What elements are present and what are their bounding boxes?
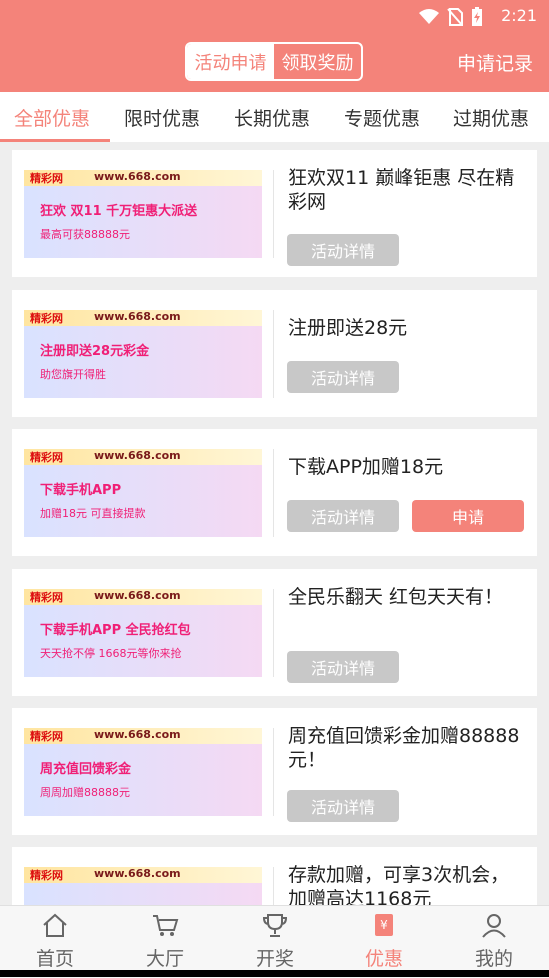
- tab-all[interactable]: 全部优惠: [14, 104, 90, 131]
- promotion-banner: 精彩网 www.668.com 下载手机APP 全民抢红包 天天抢不停 1668…: [24, 589, 262, 677]
- nav-lobby[interactable]: 大厅: [110, 912, 220, 971]
- promotion-title: 注册即送28元: [288, 317, 408, 339]
- svg-text:¥: ¥: [380, 918, 388, 932]
- promotion-title: 存款加赠，可享3次机会，加赠高达1168元: [288, 864, 510, 910]
- banner-url: www.668.com: [94, 589, 181, 602]
- banner-sub: 最高可获88888元: [40, 228, 130, 241]
- promotion-banner: 精彩网 www.668.com 狂欢 双11 千万钜惠大派送 最高可获88888…: [24, 170, 262, 258]
- battery-charging-icon: [472, 7, 482, 26]
- banner-url: www.668.com: [94, 867, 181, 880]
- nav-promotions[interactable]: ¥ 优惠: [329, 912, 439, 971]
- nav-label: 开奖: [255, 948, 294, 970]
- banner-logo: 精彩网: [30, 312, 63, 325]
- banner-logo: 精彩网: [30, 591, 63, 604]
- apply-record-link[interactable]: 申请记录: [457, 49, 533, 76]
- user-icon: [482, 914, 506, 938]
- promotion-card[interactable]: 精彩网 www.668.com 狂欢 双11 千万钜惠大派送 最高可获88888…: [12, 150, 537, 277]
- status-time: 2:21: [501, 6, 537, 25]
- no-sim-icon: [447, 8, 463, 26]
- nav-label: 大厅: [145, 948, 184, 970]
- card-divider: [273, 310, 274, 398]
- wifi-icon: [419, 9, 439, 24]
- segment-rewards[interactable]: 领取奖励: [274, 44, 361, 79]
- nav-draw[interactable]: 开奖: [220, 912, 330, 971]
- status-icons: [419, 7, 483, 27]
- banner-headline: 周充值回馈彩金: [40, 762, 132, 777]
- tab-indicator: [0, 139, 110, 142]
- segment-control: 活动申请 领取奖励: [185, 42, 363, 81]
- card-divider: [273, 589, 274, 677]
- tab-special[interactable]: 专题优惠: [344, 104, 420, 131]
- category-tabs: 全部优惠 限时优惠 长期优惠 专题优惠 过期优惠: [0, 92, 549, 142]
- banner-headline: 狂欢 双11 千万钜惠大派送: [40, 204, 198, 219]
- apply-button[interactable]: 申请: [412, 500, 524, 532]
- nav-label: 首页: [35, 948, 74, 970]
- detail-button[interactable]: 活动详情: [287, 790, 399, 822]
- banner-url: www.668.com: [94, 449, 181, 462]
- banner-url: www.668.com: [94, 728, 181, 741]
- banner-logo: 精彩网: [30, 451, 63, 464]
- banner-headline: 下载手机APP: [40, 483, 122, 498]
- promotion-banner: 精彩网 www.668.com 下载手机APP 加赠18元 可直接提款: [24, 449, 262, 537]
- nav-mine[interactable]: 我的: [439, 912, 549, 971]
- promotion-banner: 精彩网 www.668.com 注册即送28元彩金 助您旗开得胜: [24, 310, 262, 398]
- banner-logo: 精彩网: [30, 730, 63, 743]
- banner-headline: 注册即送28元彩金: [40, 344, 150, 359]
- banner-sub: 加赠18元 可直接提款: [40, 507, 146, 520]
- cart-icon: [153, 915, 179, 936]
- banner-logo: 精彩网: [30, 172, 63, 185]
- banner-logo: 精彩网: [30, 869, 63, 882]
- card-divider: [273, 728, 274, 816]
- promotion-card[interactable]: 精彩网 www.668.com 周充值回馈彩金 周周加赠88888元 周充值回馈…: [12, 708, 537, 835]
- banner-sub: 助您旗开得胜: [40, 368, 106, 381]
- banner-headline: 下载手机APP 全民抢红包: [40, 623, 191, 638]
- tab-long-term[interactable]: 长期优惠: [234, 104, 310, 131]
- card-divider: [273, 170, 274, 258]
- nav-label: 优惠: [364, 948, 403, 970]
- banner-sub: 周周加赠88888元: [40, 786, 130, 799]
- card-divider: [273, 449, 274, 537]
- promotion-title: 全民乐翻天 红包天天有！: [288, 586, 504, 608]
- trophy-icon: [262, 914, 288, 937]
- segment-apply[interactable]: 活动申请: [187, 44, 274, 79]
- detail-button[interactable]: 活动详情: [287, 234, 399, 266]
- detail-button[interactable]: 活动详情: [287, 500, 399, 532]
- app-header: 活动申请 领取奖励 申请记录: [0, 34, 549, 92]
- home-icon: [43, 913, 67, 937]
- promotion-card[interactable]: 精彩网 www.668.com 下载手机APP 加赠18元 可直接提款 下载AP…: [12, 429, 537, 556]
- promotion-card[interactable]: 精彩网 www.668.com 注册即送28元彩金 助您旗开得胜 注册即送28元…: [12, 290, 537, 417]
- bottom-navigation: 首页 大厅 开奖 ¥ 优惠 我的: [0, 905, 549, 978]
- detail-button[interactable]: 活动详情: [287, 361, 399, 393]
- promotion-title: 下载APP加赠18元: [288, 456, 444, 478]
- nav-home[interactable]: 首页: [0, 912, 110, 971]
- promotion-title: 狂欢双11 巅峰钜惠 尽在精彩网: [288, 167, 515, 213]
- banner-url: www.668.com: [94, 170, 181, 183]
- tab-limited[interactable]: 限时优惠: [124, 104, 200, 131]
- promotion-banner: 精彩网 www.668.com 周充值回馈彩金 周周加赠88888元: [24, 728, 262, 816]
- status-bar: 2:21: [0, 0, 549, 34]
- system-nav-strip: [0, 970, 549, 977]
- tab-expired[interactable]: 过期优惠: [453, 104, 529, 131]
- banner-url: www.668.com: [94, 310, 181, 323]
- promotion-title: 周充值回馈彩金加赠88888元！: [288, 725, 520, 771]
- ticket-icon: ¥: [375, 914, 393, 936]
- detail-button[interactable]: 活动详情: [287, 651, 399, 683]
- banner-sub: 天天抢不停 1668元等你来抢: [40, 647, 182, 660]
- nav-label: 我的: [474, 948, 513, 970]
- promotion-card[interactable]: 精彩网 www.668.com 下载手机APP 全民抢红包 天天抢不停 1668…: [12, 569, 537, 696]
